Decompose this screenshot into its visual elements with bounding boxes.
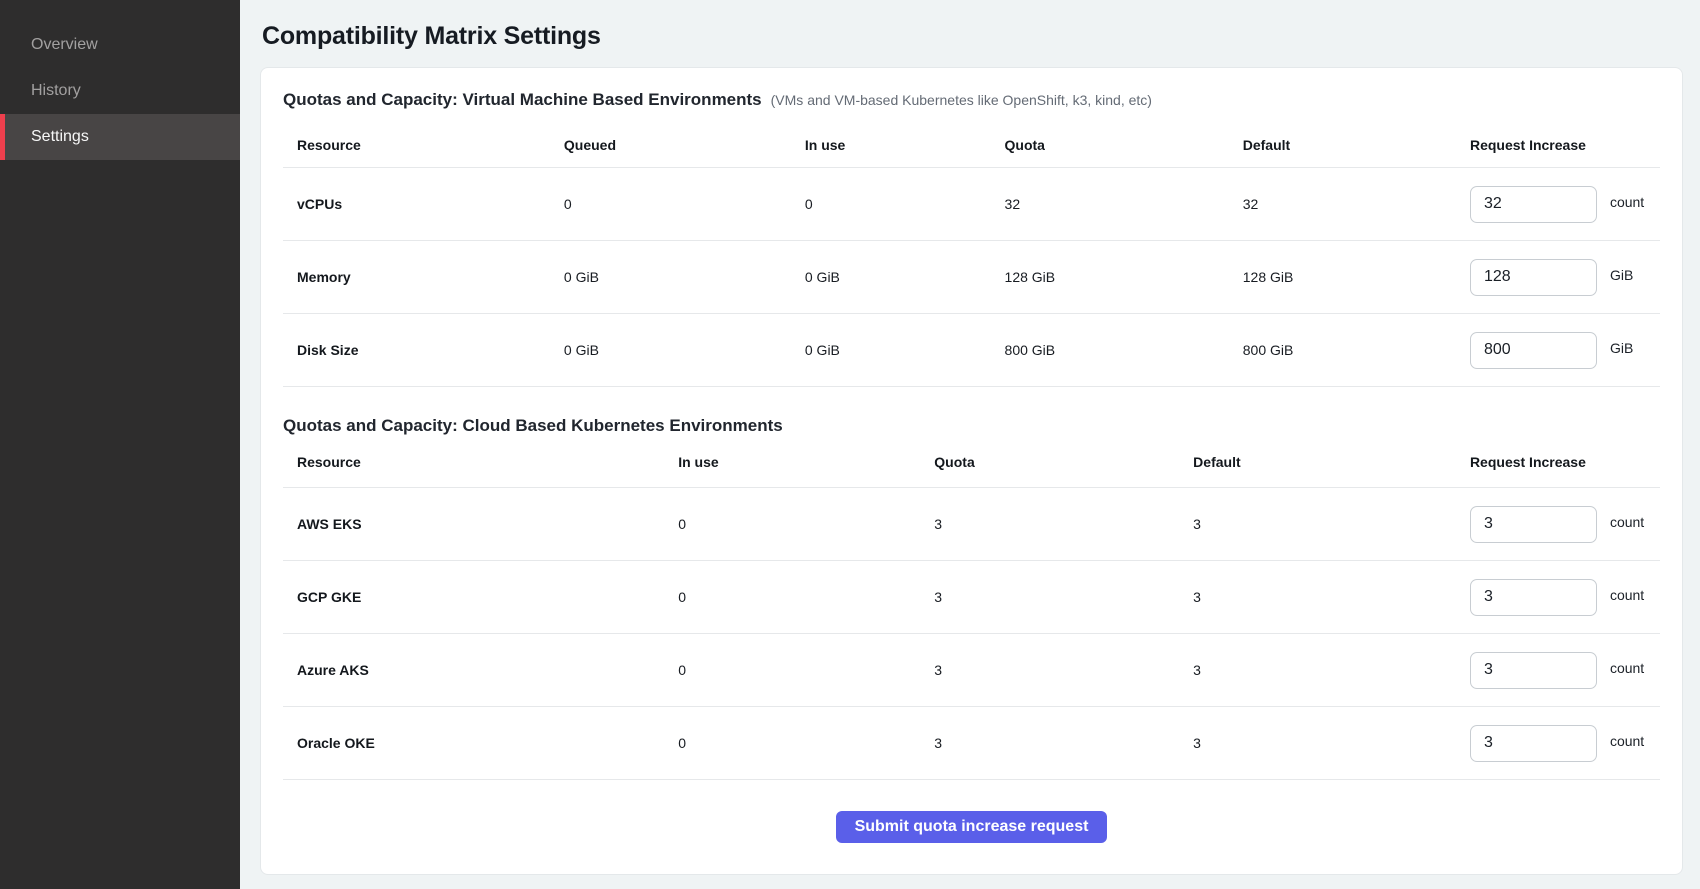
vcpus-request-input[interactable] [1470,186,1597,223]
in-use-value: 0 [805,196,1005,212]
main-content: Compatibility Matrix Settings Quotas and… [240,0,1700,889]
queued-value: 0 GiB [564,269,805,285]
sidebar-item-history[interactable]: History [0,68,240,114]
settings-card: Quotas and Capacity: Virtual Machine Bas… [260,67,1683,875]
page-title: Compatibility Matrix Settings [262,22,1683,51]
sidebar: Overview History Settings [0,0,240,889]
disk-size-request-input[interactable] [1470,332,1597,369]
col-header-request-increase: Request Increase [1470,137,1660,153]
azure-aks-request-input[interactable] [1470,652,1597,689]
cloud-section-header: Quotas and Capacity: Cloud Based Kuberne… [283,416,1660,436]
resource-label: Memory [283,269,564,285]
col-header-default: Default [1243,137,1470,153]
table-row-oracle-oke: Oracle OKE 0 3 3 count [283,707,1660,780]
vm-section-title: Quotas and Capacity: Virtual Machine Bas… [283,90,762,110]
cloud-table-header: Resource In use Quota Default Request In… [283,436,1660,488]
table-row-disk-size: Disk Size 0 GiB 0 GiB 800 GiB 800 GiB Gi… [283,314,1660,387]
queued-value: 0 [564,196,805,212]
sidebar-item-settings[interactable]: Settings [0,114,240,160]
vm-section-subtitle: (VMs and VM-based Kubernetes like OpenSh… [771,92,1152,108]
quota-value: 3 [934,589,1193,605]
col-header-default: Default [1193,454,1470,470]
submit-row: Submit quota increase request [283,780,1660,843]
col-header-quota: Quota [1005,137,1243,153]
queued-value: 0 GiB [564,342,805,358]
col-header-queued: Queued [564,137,805,153]
vm-section-header: Quotas and Capacity: Virtual Machine Bas… [283,90,1660,110]
col-header-resource: Resource [283,137,564,153]
resource-label: Azure AKS [283,662,678,678]
resource-label: AWS EKS [283,516,678,532]
oracle-oke-request-input[interactable] [1470,725,1597,762]
resource-label: Oracle OKE [283,735,678,751]
aws-eks-request-input[interactable] [1470,506,1597,543]
unit-label: count [1610,194,1644,210]
default-value: 3 [1193,589,1470,605]
sidebar-item-overview[interactable]: Overview [0,22,240,68]
in-use-value: 0 GiB [805,269,1005,285]
unit-label: count [1610,660,1644,676]
table-row-gcp-gke: GCP GKE 0 3 3 count [283,561,1660,634]
unit-label: GiB [1610,267,1633,283]
quota-value: 3 [934,516,1193,532]
quota-value: 32 [1005,196,1243,212]
table-row-azure-aks: Azure AKS 0 3 3 count [283,634,1660,707]
unit-label: count [1610,514,1644,530]
default-value: 3 [1193,516,1470,532]
table-row-aws-eks: AWS EKS 0 3 3 count [283,488,1660,561]
default-value: 3 [1193,662,1470,678]
in-use-value: 0 [678,516,934,532]
col-header-request-increase: Request Increase [1470,454,1660,470]
default-value: 800 GiB [1243,342,1470,358]
unit-label: count [1610,733,1644,749]
default-value: 128 GiB [1243,269,1470,285]
col-header-resource: Resource [283,454,678,470]
col-header-quota: Quota [934,454,1193,470]
unit-label: GiB [1610,340,1633,356]
table-row-vcpus: vCPUs 0 0 32 32 count [283,168,1660,241]
quota-value: 128 GiB [1005,269,1243,285]
unit-label: count [1610,587,1644,603]
resource-label: Disk Size [283,342,564,358]
col-header-in-use: In use [805,137,1005,153]
in-use-value: 0 [678,662,934,678]
quota-value: 3 [934,662,1193,678]
gcp-gke-request-input[interactable] [1470,579,1597,616]
resource-label: GCP GKE [283,589,678,605]
submit-quota-increase-button[interactable]: Submit quota increase request [836,811,1108,843]
vm-table-header: Resource Queued In use Quota Default Req… [283,110,1660,168]
resource-label: vCPUs [283,196,564,212]
cloud-section-title: Quotas and Capacity: Cloud Based Kuberne… [283,416,783,436]
in-use-value: 0 GiB [805,342,1005,358]
quota-value: 3 [934,735,1193,751]
default-value: 3 [1193,735,1470,751]
in-use-value: 0 [678,735,934,751]
memory-request-input[interactable] [1470,259,1597,296]
quota-value: 800 GiB [1005,342,1243,358]
table-row-memory: Memory 0 GiB 0 GiB 128 GiB 128 GiB GiB [283,241,1660,314]
col-header-in-use: In use [678,454,934,470]
in-use-value: 0 [678,589,934,605]
default-value: 32 [1243,196,1470,212]
